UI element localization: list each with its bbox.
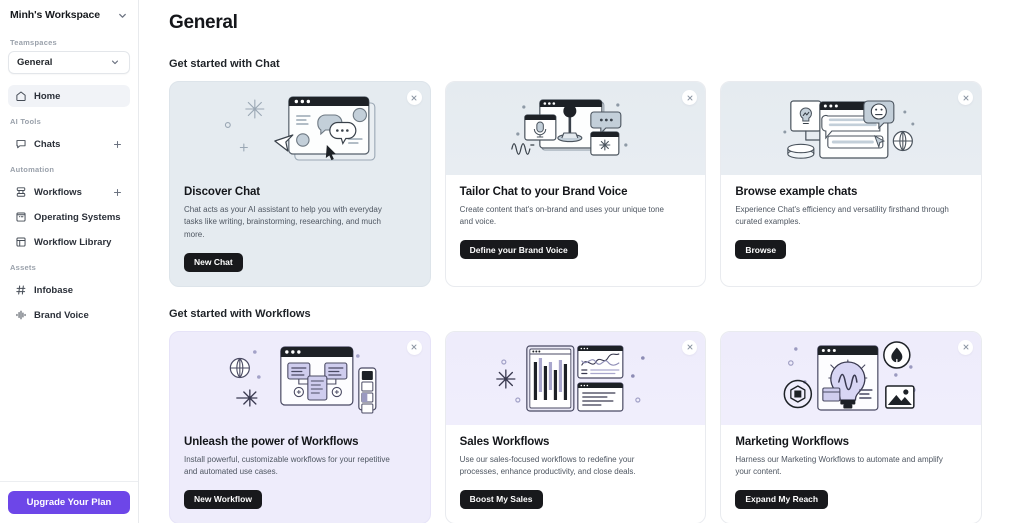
main-content: General Get started with Chat Discover C… (139, 0, 1024, 523)
ai-tools-label: AI Tools (10, 117, 42, 126)
card-body: Unleash the power of Workflows Install p… (170, 425, 430, 523)
sidebar-item-workflow-library[interactable]: Workflow Library (8, 231, 130, 253)
card-description: Experience Chat's efficiency and versati… (735, 205, 949, 227)
workspace-name: Minh's Workspace (10, 9, 100, 21)
new-workflow-button[interactable]: New Workflow (184, 489, 262, 509)
close-icon[interactable] (682, 339, 698, 355)
illustration-microphone-brand-voice (446, 82, 706, 175)
card-hero (170, 332, 430, 425)
chevron-down-icon (117, 10, 128, 21)
sidebar-footer: Upgrade Your Plan (0, 481, 138, 523)
assets-label: Assets (10, 263, 37, 272)
card-browse-example-chats[interactable]: Browse example chats Experience Chat's e… (720, 81, 983, 287)
sidebar-item-label: Chats (34, 138, 61, 150)
illustration-workflow-diagram-globe (170, 332, 430, 425)
illustration-sales-charts (446, 332, 706, 425)
expand-my-reach-button[interactable]: Expand My Reach (735, 489, 829, 509)
illustration-chat-window-speech-bubbles (170, 82, 430, 175)
card-description: Create content that's on-brand and uses … (459, 205, 665, 227)
sidebar-item-operating-systems[interactable]: Operating Systems (8, 206, 130, 228)
card-body: Tailor Chat to your Brand Voice Create c… (446, 175, 706, 286)
sidebar-item-label: Home (34, 90, 61, 102)
teamspace-select[interactable]: General (8, 51, 130, 74)
illustration-marketing-lightbulb (721, 332, 981, 425)
card-description: Chat acts as your AI assistant to help y… (184, 205, 382, 239)
card-title: Unleash the power of Workflows (184, 435, 359, 448)
teamspaces-label: Teamspaces (10, 38, 57, 47)
automation-label: Automation (10, 165, 55, 174)
boost-my-sales-button[interactable]: Boost My Sales (459, 489, 543, 509)
sidebar-item-workflows[interactable]: Workflows (8, 181, 130, 203)
card-tailor-brand-voice[interactable]: Tailor Chat to your Brand Voice Create c… (444, 81, 707, 287)
sidebar-item-brand-voice[interactable]: Brand Voice (8, 304, 130, 326)
card-hero (445, 82, 706, 175)
card-unleash-workflows[interactable]: Unleash the power of Workflows Install p… (169, 330, 431, 523)
workspace-switcher[interactable]: Minh's Workspace (0, 0, 138, 30)
close-icon[interactable] (406, 90, 422, 105)
close-icon[interactable] (406, 339, 422, 355)
hash-icon (15, 284, 27, 296)
sidebar-item-label: Workflow Library (34, 236, 112, 248)
card-title: Tailor Chat to your Brand Voice (459, 186, 628, 198)
sidebar-item-label: Operating Systems (34, 211, 121, 223)
upgrade-plan-button[interactable]: Upgrade Your Plan (8, 491, 130, 514)
workflow-icon (15, 186, 27, 198)
waveform-icon (15, 309, 27, 321)
plus-icon[interactable] (112, 187, 123, 198)
card-description: Use our sales-focused workflows to redef… (459, 454, 636, 477)
sidebar-item-label: Workflows (34, 186, 82, 198)
card-title: Marketing Workflows (735, 435, 849, 448)
card-hero (721, 331, 982, 425)
card-marketing-workflows[interactable]: Marketing Workflows Harness our Marketin… (720, 330, 983, 523)
operating-system-icon (15, 211, 27, 223)
app-root: Minh's Workspace Teamspaces General Home… (0, 0, 1024, 523)
sidebar-item-chats[interactable]: Chats (8, 133, 130, 155)
plus-icon[interactable] (112, 139, 123, 150)
card-body: Browse example chats Experience Chat's e… (721, 175, 981, 286)
sidebar: Minh's Workspace Teamspaces General Home… (0, 0, 139, 523)
chevron-down-icon (110, 57, 121, 68)
close-icon[interactable] (958, 90, 974, 105)
teamspace-selected-value: General (17, 57, 53, 68)
sidebar-item-home[interactable]: Home (8, 85, 130, 107)
home-icon (15, 90, 27, 102)
card-title: Browse example chats (735, 186, 858, 198)
chat-bubble-icon (15, 138, 27, 150)
card-body: Marketing Workflows Harness our Marketin… (721, 425, 981, 523)
card-description: Install powerful, customizable workflows… (184, 454, 390, 477)
workflow-card-row: Unleash the power of Workflows Install p… (169, 330, 983, 523)
card-description: Harness our Marketing Workflows to autom… (735, 454, 943, 477)
sidebar-item-infobase[interactable]: Infobase (8, 279, 130, 301)
library-icon (15, 236, 27, 248)
card-hero (170, 82, 430, 175)
card-hero (445, 331, 706, 425)
close-icon[interactable] (958, 339, 974, 355)
chat-card-row: Discover Chat Chat acts as your AI assis… (169, 81, 983, 287)
card-body: Discover Chat Chat acts as your AI assis… (170, 175, 430, 286)
card-sales-workflows[interactable]: Sales Workflows Use our sales-focused wo… (444, 330, 707, 523)
section-heading-workflows: Get started with Workflows (169, 307, 311, 320)
card-body: Sales Workflows Use our sales-focused wo… (446, 425, 706, 523)
page-title: General (169, 12, 238, 33)
sidebar-item-label: Brand Voice (34, 309, 89, 321)
card-discover-chat[interactable]: Discover Chat Chat acts as your AI assis… (169, 81, 431, 287)
define-brand-voice-button[interactable]: Define your Brand Voice (459, 240, 578, 260)
card-title: Discover Chat (184, 186, 261, 198)
sidebar-item-label: Infobase (34, 284, 74, 296)
card-hero (721, 82, 982, 175)
new-chat-button[interactable]: New Chat (184, 252, 243, 272)
card-title: Sales Workflows (459, 435, 550, 448)
illustration-example-chats-globe (721, 82, 981, 175)
browse-button[interactable]: Browse (735, 240, 787, 260)
section-heading-chat: Get started with Chat (169, 58, 280, 70)
